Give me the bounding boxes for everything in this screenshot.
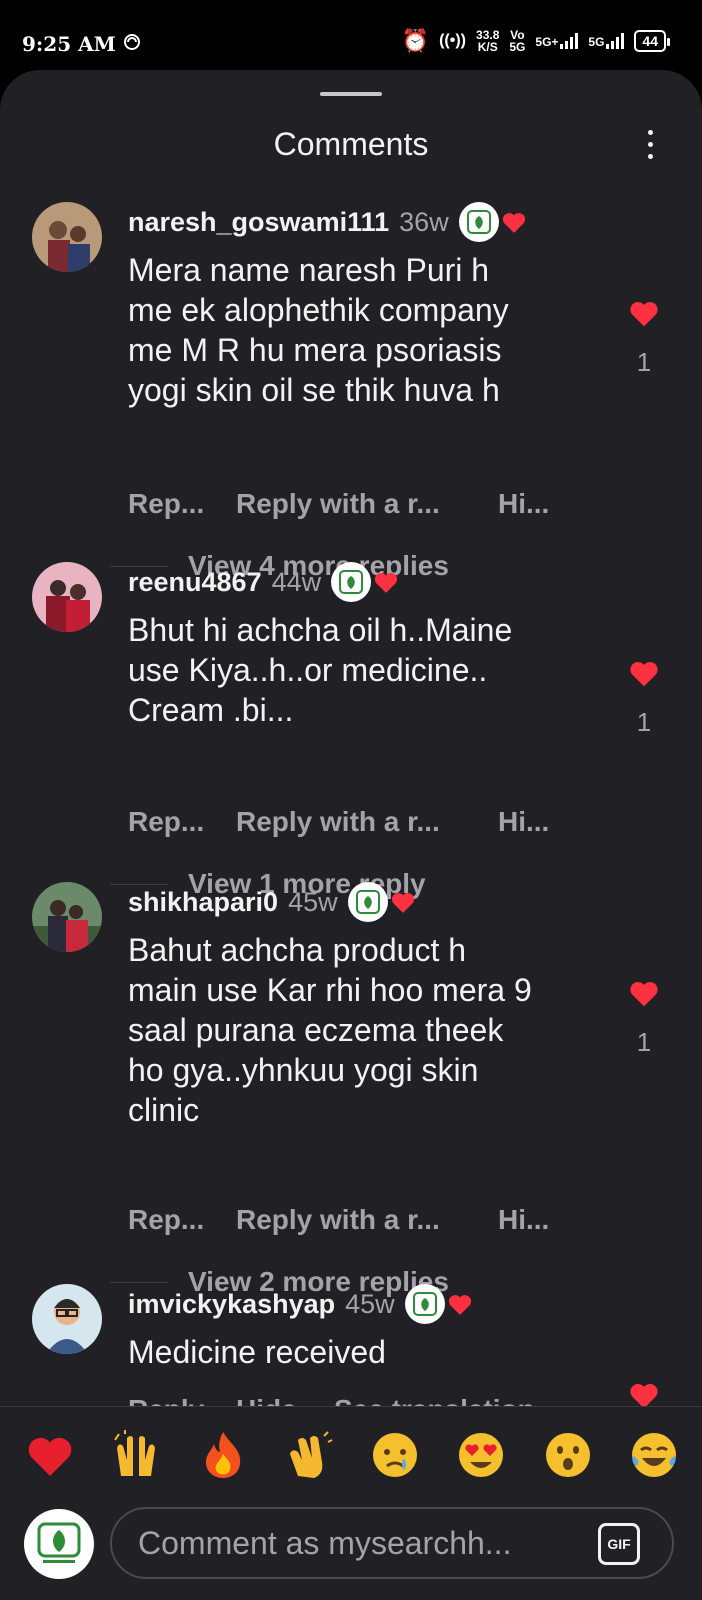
- battery-indicator: 44: [634, 30, 670, 52]
- creator-liked-badge: [458, 202, 525, 242]
- status-bar: 9:25 AM ⏰ ((•)) 33.8 K/S Vo 5G 5G+ 5G 44: [0, 0, 702, 70]
- comment-text: Mera name naresh Puri h me ek alophethik…: [128, 252, 509, 408]
- hide-button[interactable]: Hi...: [498, 806, 549, 838]
- brand-logo-icon: [412, 1292, 437, 1316]
- comment-header: imvickykashyap 45w: [128, 1284, 471, 1324]
- avatar[interactable]: [32, 562, 102, 632]
- sheet-title: Comments: [273, 126, 429, 162]
- surprised-face-emoji-icon[interactable]: [540, 1427, 596, 1483]
- creator-liked-badge: [404, 1284, 471, 1324]
- heart-icon: [448, 1295, 471, 1315]
- comment-time: 44w: [271, 566, 322, 597]
- like-heart-icon[interactable]: [628, 298, 660, 328]
- quick-reactions: [22, 1427, 682, 1483]
- like-count: 1: [636, 347, 652, 377]
- volte-indicator: Vo 5G: [509, 29, 525, 53]
- comment-text: Bahut achcha product h main use Kar rhi …: [128, 932, 532, 1128]
- username[interactable]: naresh_goswami111: [128, 207, 389, 238]
- raising-hands-emoji-icon[interactable]: [108, 1427, 164, 1483]
- creator-liked-badge: [331, 562, 398, 602]
- username[interactable]: imvickykashyap: [128, 1289, 335, 1320]
- avatar[interactable]: [32, 1284, 102, 1354]
- comment-actions: Rep... Reply with a r... Hi...: [128, 806, 549, 838]
- sim1-signal-bars-icon: [560, 33, 579, 49]
- heart-icon: [391, 893, 414, 913]
- heart-icon: [502, 213, 525, 233]
- sim2-signal-bars-icon: [606, 33, 625, 49]
- brand-logo-icon: [355, 890, 380, 914]
- like-heart-icon[interactable]: [628, 978, 660, 1008]
- clapping-hands-emoji-icon[interactable]: [281, 1427, 337, 1483]
- brand-logo-icon: [37, 1522, 81, 1563]
- avatar[interactable]: [32, 882, 102, 952]
- comment-input[interactable]: Comment as mysearchh... GIF: [110, 1507, 674, 1579]
- comment-time: 45w: [345, 1288, 395, 1319]
- comment-text: Bhut hi achcha oil h..Maine use Kiya..h.…: [128, 612, 513, 728]
- like-control: 1: [624, 658, 664, 738]
- heart-icon: [375, 573, 398, 593]
- net-speed: 33.8 K/S: [476, 29, 499, 53]
- comment-input-placeholder: Comment as mysearchh...: [138, 1524, 512, 1561]
- comment-time: 45w: [288, 886, 338, 917]
- sim1-signal: 5G+: [535, 33, 579, 49]
- gif-button[interactable]: GIF: [598, 1523, 640, 1565]
- hide-button[interactable]: Hi...: [498, 488, 549, 520]
- sheet-drag-handle[interactable]: [320, 92, 382, 96]
- crying-face-emoji-icon[interactable]: [367, 1427, 423, 1483]
- reply-button[interactable]: Rep...: [128, 1204, 236, 1236]
- comment-header: shikhapari0 45w: [128, 882, 414, 922]
- like-control: 1: [624, 298, 664, 378]
- comments-sheet: Comments naresh_goswami111 36w Mera name…: [0, 70, 702, 1600]
- reply-with-reel-button[interactable]: Reply with a r...: [236, 806, 498, 838]
- comment-text: Medicine received: [128, 1334, 386, 1370]
- reply-with-reel-button[interactable]: Reply with a r...: [236, 1204, 498, 1236]
- status-time: 9:25 AM: [22, 32, 116, 56]
- creator-liked-badge: [347, 882, 414, 922]
- sim2-label: 5G: [588, 35, 605, 49]
- username[interactable]: shikhapari0: [128, 887, 278, 918]
- like-control: 1: [624, 978, 664, 1058]
- volte-bottom: 5G: [509, 40, 526, 54]
- sync-icon: [122, 32, 142, 58]
- like-heart-icon[interactable]: [628, 658, 660, 688]
- username[interactable]: reenu4867: [128, 567, 262, 598]
- heart-eyes-emoji-icon[interactable]: [453, 1427, 509, 1483]
- net-speed-unit: K/S: [477, 40, 498, 54]
- sim1-label: 5G+: [535, 35, 559, 49]
- reply-button[interactable]: Rep...: [128, 488, 236, 520]
- reply-with-reel-button[interactable]: Reply with a r...: [236, 488, 498, 520]
- hide-button[interactable]: Hi...: [498, 1204, 549, 1236]
- fire-emoji-icon[interactable]: [195, 1427, 251, 1483]
- like-count: 1: [636, 707, 652, 737]
- alarm-icon: ⏰: [401, 28, 430, 53]
- brand-logo-icon: [466, 210, 491, 234]
- red-heart-emoji-icon[interactable]: [22, 1427, 78, 1483]
- reply-button[interactable]: Rep...: [128, 806, 236, 838]
- comment-composer-bar: Comment as mysearchh... GIF: [0, 1406, 702, 1600]
- comment-time: 36w: [399, 206, 449, 237]
- like-count: 1: [636, 1027, 652, 1057]
- comment-header: reenu4867 44w: [128, 562, 398, 602]
- comment-header: naresh_goswami111 36w: [128, 202, 525, 242]
- status-indicators: ⏰ ((•)) 33.8 K/S Vo 5G 5G+ 5G 44: [401, 28, 670, 54]
- more-options-icon[interactable]: [638, 126, 662, 162]
- hotspot-icon: ((•)): [439, 32, 467, 49]
- brand-logo-icon: [339, 570, 364, 594]
- my-avatar: [24, 1509, 94, 1579]
- sim2-signal: 5G: [588, 33, 625, 49]
- tears-of-joy-emoji-icon[interactable]: [626, 1427, 682, 1483]
- comment-actions: Rep... Reply with a r... Hi...: [128, 488, 549, 520]
- comment-actions: Rep... Reply with a r... Hi...: [128, 1204, 549, 1236]
- avatar[interactable]: [32, 202, 102, 272]
